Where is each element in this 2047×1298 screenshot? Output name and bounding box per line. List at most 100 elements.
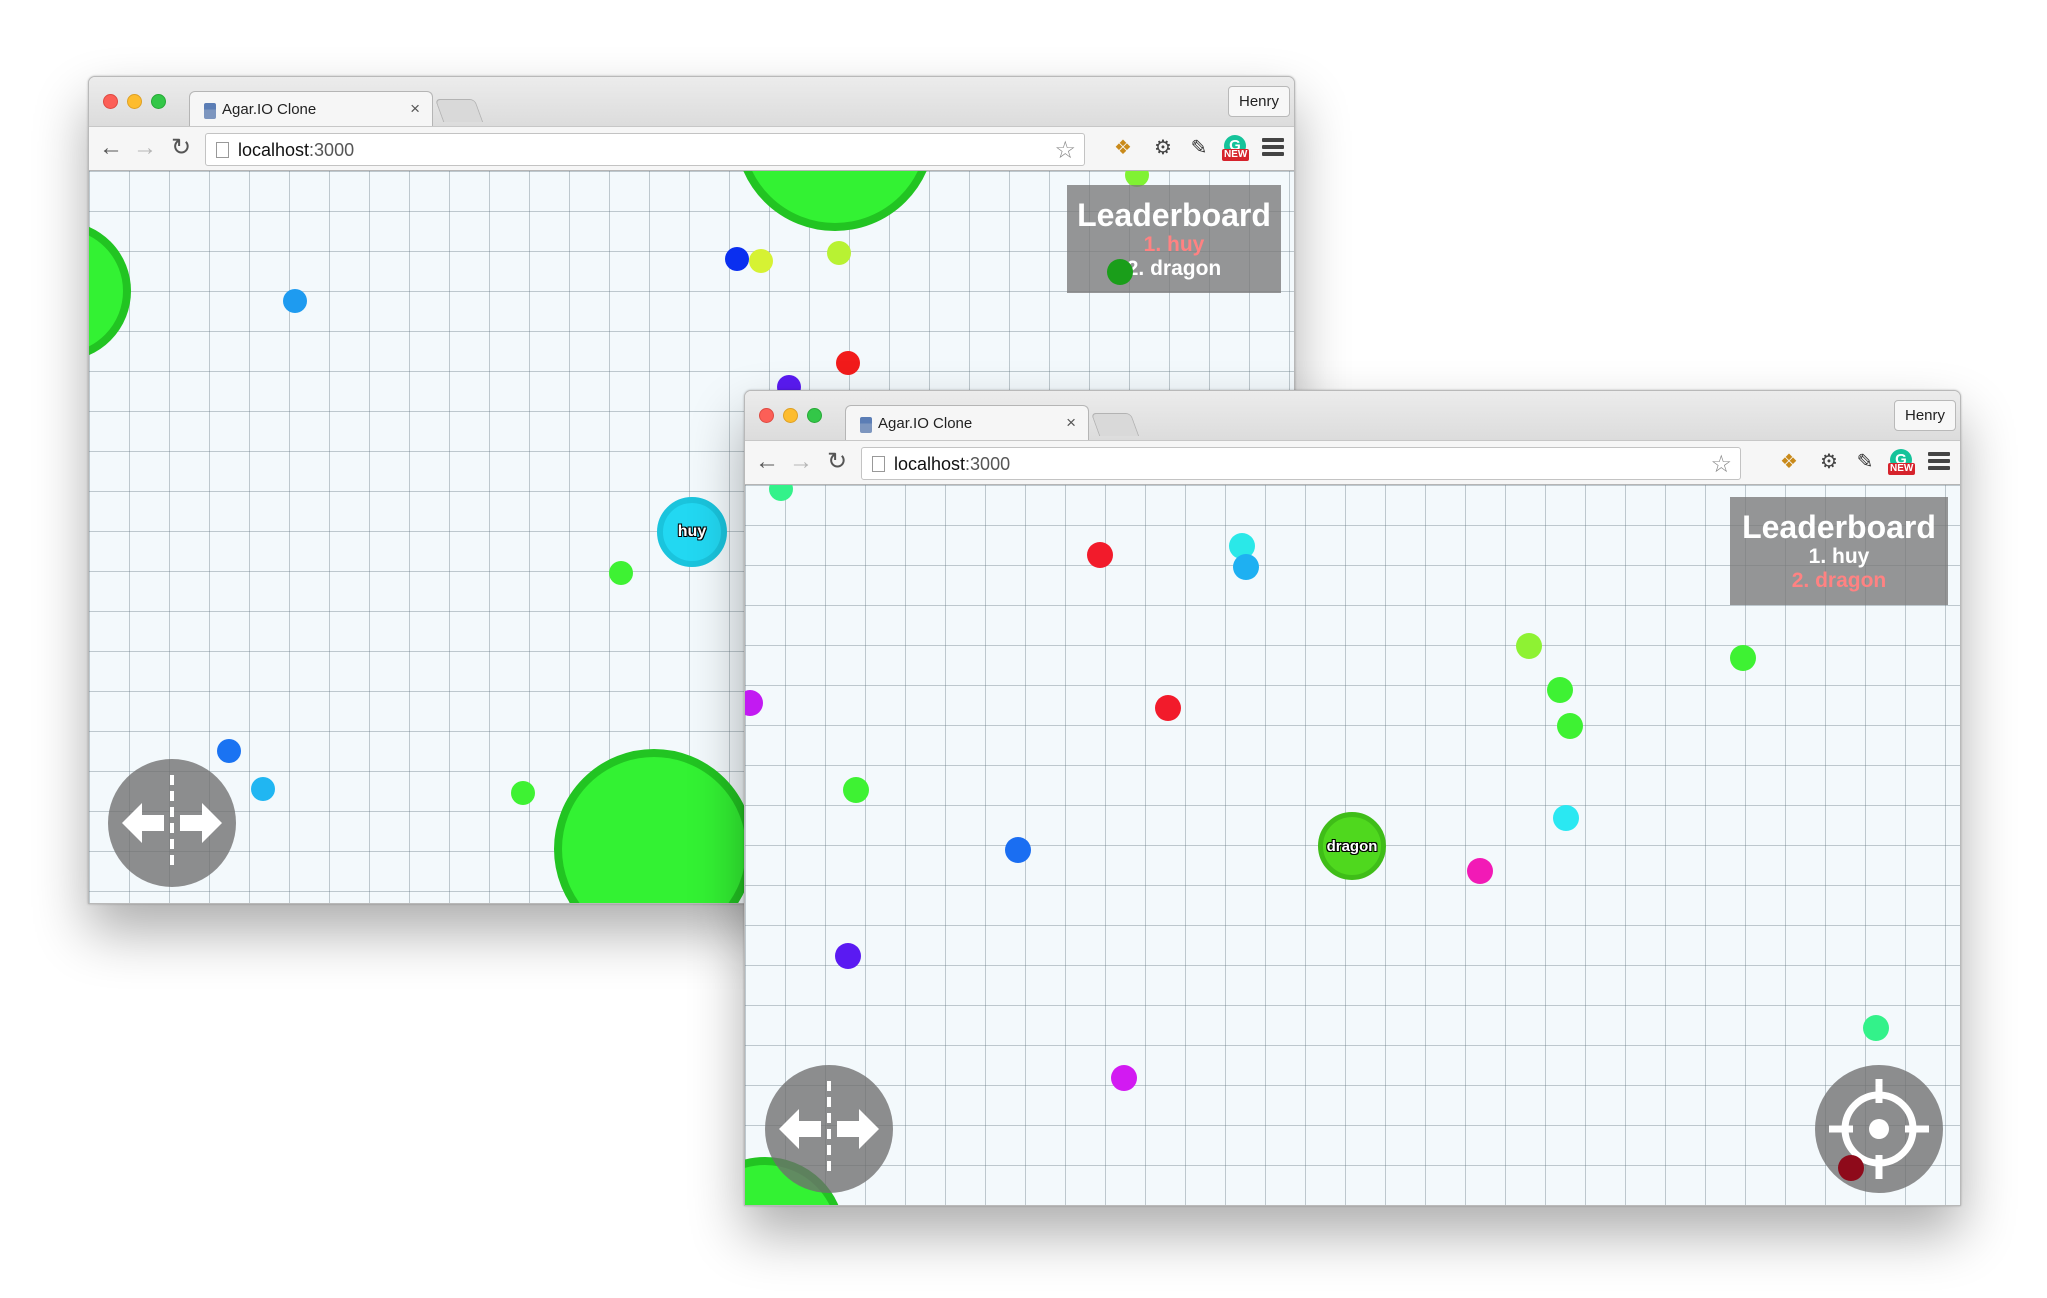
reload-icon[interactable]: ↻ bbox=[823, 447, 851, 477]
food-pellet bbox=[1863, 1015, 1889, 1041]
player-cell-huy: huy bbox=[657, 497, 727, 567]
food-pellet bbox=[749, 249, 773, 273]
food-pellet bbox=[283, 289, 307, 313]
address-bar[interactable]: localhost:3000 ☆ bbox=[205, 133, 1085, 166]
food-pellet bbox=[1516, 633, 1542, 659]
leaderboard: Leaderboard 1. huy 2. dragon bbox=[1730, 497, 1948, 605]
minimize-window-button[interactable] bbox=[783, 408, 798, 423]
split-button[interactable] bbox=[108, 759, 236, 887]
player-cell-dragon: dragon bbox=[1318, 812, 1386, 880]
title-bar: Agar.IO Clone × Henry bbox=[745, 391, 1960, 441]
player-name: huy bbox=[677, 523, 707, 540]
food-pellet bbox=[843, 777, 869, 803]
enemy-cell bbox=[554, 749, 754, 903]
leaderboard-title: Leaderboard bbox=[1742, 509, 1936, 545]
food-pellet bbox=[511, 781, 535, 805]
maximize-window-button[interactable] bbox=[807, 408, 822, 423]
food-pellet bbox=[827, 241, 851, 265]
new-badge: NEW bbox=[1222, 149, 1250, 161]
leaderboard-entry: 1. huy bbox=[1808, 545, 1870, 568]
food-pellet bbox=[1557, 713, 1583, 739]
url-host: localhost bbox=[238, 140, 310, 160]
food-pellet bbox=[769, 485, 793, 501]
tab-title: Agar.IO Clone bbox=[222, 101, 317, 118]
hamburger-menu-icon[interactable] bbox=[1928, 449, 1950, 475]
split-button[interactable] bbox=[765, 1065, 893, 1193]
food-pellet bbox=[1155, 695, 1181, 721]
url-port: :3000 bbox=[309, 140, 355, 160]
title-bar: Agar.IO Clone × Henry bbox=[89, 77, 1294, 127]
tab-agario[interactable]: Agar.IO Clone × bbox=[189, 91, 433, 127]
food-pellet bbox=[1233, 554, 1259, 580]
food-pellet bbox=[1005, 837, 1031, 863]
leaderboard: Leaderboard 1. huy 2. dragon bbox=[1067, 185, 1281, 293]
browser-window-front: Agar.IO Clone × Henry ← → ↻ localhost:30… bbox=[744, 390, 1961, 1206]
browser-toolbar: ← → ↻ localhost:3000 ☆ ❖ ⚙ ✎ G NEW bbox=[89, 126, 1294, 171]
food-pellet bbox=[251, 777, 275, 801]
url-text[interactable]: localhost:3000 bbox=[238, 140, 354, 161]
favicon-icon bbox=[204, 103, 216, 119]
food-pellet bbox=[1087, 542, 1113, 568]
reload-icon[interactable]: ↻ bbox=[167, 133, 195, 163]
evernote-extension-icon[interactable]: ⚙ bbox=[1816, 449, 1842, 475]
new-tab-button[interactable] bbox=[434, 99, 484, 122]
food-pellet bbox=[745, 690, 763, 716]
star-icon[interactable]: ☆ bbox=[1054, 136, 1076, 165]
crosshair-icon bbox=[1829, 1079, 1929, 1179]
food-pellet bbox=[725, 247, 749, 271]
arrow-right-icon[interactable]: → bbox=[787, 447, 815, 477]
food-pellet bbox=[835, 943, 861, 969]
minimize-window-button[interactable] bbox=[127, 94, 142, 109]
url-text[interactable]: localhost:3000 bbox=[894, 454, 1010, 475]
tab-title: Agar.IO Clone bbox=[878, 415, 973, 432]
arrow-left-icon[interactable]: ← bbox=[753, 447, 781, 477]
enemy-cell bbox=[89, 221, 131, 361]
food-pellet bbox=[609, 561, 633, 585]
food-pellet bbox=[1547, 677, 1573, 703]
close-window-button[interactable] bbox=[759, 408, 774, 423]
new-tab-button[interactable] bbox=[1090, 413, 1140, 436]
game-canvas[interactable]: dragon Leaderboard 1. huy 2. dragon bbox=[745, 485, 1960, 1205]
maximize-window-button[interactable] bbox=[151, 94, 166, 109]
arrow-right-icon[interactable]: → bbox=[131, 133, 159, 163]
basket-extension-icon[interactable]: ❖ bbox=[1776, 449, 1802, 475]
leaderboard-entry: 1. huy bbox=[1143, 233, 1205, 256]
hamburger-menu-icon[interactable] bbox=[1262, 135, 1284, 161]
food-pellet bbox=[1553, 805, 1579, 831]
player-name: dragon bbox=[1326, 837, 1378, 855]
tab-agario[interactable]: Agar.IO Clone × bbox=[845, 405, 1089, 441]
favicon-icon bbox=[860, 417, 872, 433]
target-button[interactable] bbox=[1815, 1065, 1943, 1193]
address-bar[interactable]: localhost:3000 ☆ bbox=[861, 447, 1741, 480]
browser-toolbar: ← → ↻ localhost:3000 ☆ ❖ ⚙ ✎ G NEW bbox=[745, 440, 1960, 485]
food-pellet bbox=[1838, 1155, 1864, 1181]
leaderboard-entry: 2. dragon bbox=[1126, 257, 1222, 280]
tab-close-icon[interactable]: × bbox=[1066, 413, 1076, 433]
arrow-left-icon[interactable]: ← bbox=[97, 133, 125, 163]
evernote-extension-icon[interactable]: ⚙ bbox=[1150, 135, 1176, 161]
pin-extension-icon[interactable]: ✎ bbox=[1186, 135, 1212, 161]
split-arrows-icon bbox=[779, 1081, 879, 1177]
food-pellet bbox=[836, 351, 860, 375]
food-pellet bbox=[1111, 1065, 1137, 1091]
profile-button[interactable]: Henry bbox=[1893, 400, 1956, 431]
pin-extension-icon[interactable]: ✎ bbox=[1852, 449, 1878, 475]
tab-close-icon[interactable]: × bbox=[410, 99, 420, 119]
grammarly-extension-icon[interactable]: G NEW bbox=[1888, 449, 1916, 475]
leaderboard-title: Leaderboard bbox=[1077, 197, 1271, 233]
food-pellet bbox=[1730, 645, 1756, 671]
url-port: :3000 bbox=[965, 454, 1011, 474]
split-arrows-icon bbox=[122, 775, 222, 871]
page-icon bbox=[872, 456, 885, 472]
profile-button[interactable]: Henry bbox=[1227, 86, 1290, 117]
grammarly-extension-icon[interactable]: G NEW bbox=[1222, 135, 1250, 161]
page-icon bbox=[216, 142, 229, 158]
star-icon[interactable]: ☆ bbox=[1710, 450, 1732, 479]
close-window-button[interactable] bbox=[103, 94, 118, 109]
leaderboard-entry: 2. dragon bbox=[1791, 569, 1887, 592]
enemy-cell bbox=[735, 171, 935, 231]
basket-extension-icon[interactable]: ❖ bbox=[1110, 135, 1136, 161]
url-host: localhost bbox=[894, 454, 966, 474]
food-pellet bbox=[1107, 259, 1133, 285]
new-badge: NEW bbox=[1888, 463, 1916, 475]
